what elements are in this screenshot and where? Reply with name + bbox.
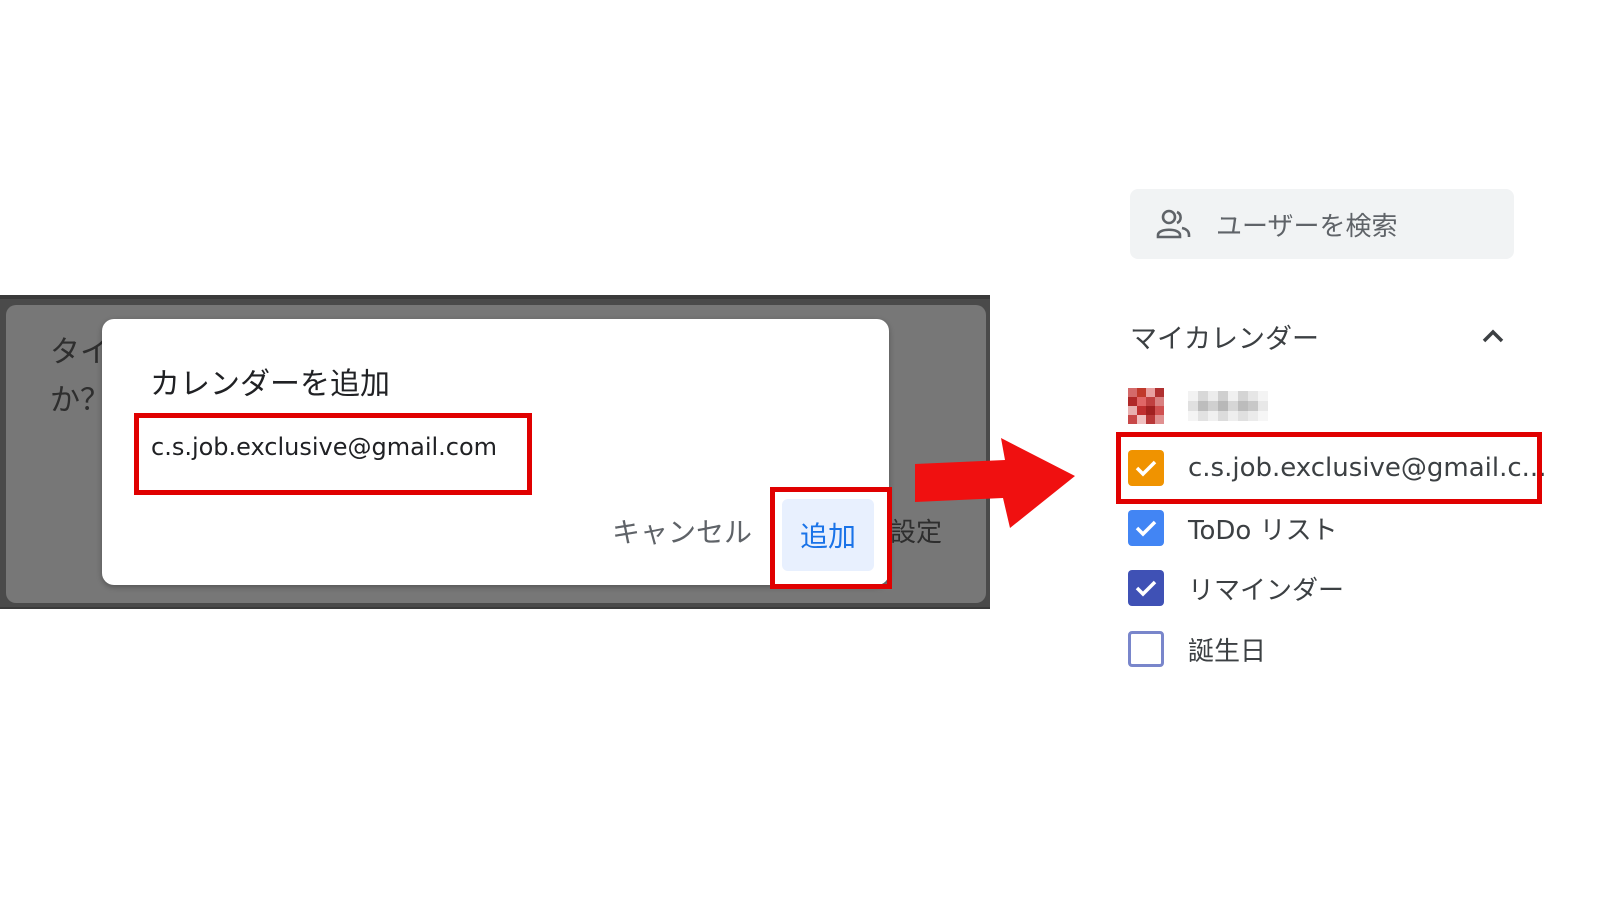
add-calendar-dialog: カレンダーを追加 c.s.job.exclusive@gmail.com キャン… xyxy=(102,319,892,589)
new-calendar-highlight xyxy=(1116,432,1542,504)
search-users-box[interactable]: ユーザーを検索 xyxy=(1130,189,1514,259)
my-calendars-title: マイカレンダー xyxy=(1130,323,1319,355)
calendar-checkbox-birthdays[interactable] xyxy=(1128,631,1164,667)
calendar-item-reminders[interactable]: リマインダー xyxy=(1128,566,1344,610)
pixelated-avatar xyxy=(1128,388,1164,424)
background-text: タイ か？ xyxy=(50,329,110,425)
calendar-email-input[interactable]: c.s.job.exclusive@gmail.com xyxy=(134,413,532,495)
calendar-label-todo: ToDo リスト xyxy=(1188,515,1338,546)
background-text-line-1: タイ xyxy=(50,335,110,370)
cancel-button[interactable]: キャンセル xyxy=(612,511,752,551)
people-icon xyxy=(1156,209,1191,239)
check-icon xyxy=(1135,520,1157,537)
add-button-highlight xyxy=(770,487,892,589)
pixelated-label xyxy=(1188,391,1268,421)
calendar-checkbox-reminders[interactable] xyxy=(1128,570,1164,606)
chevron-up-icon[interactable] xyxy=(1478,321,1508,351)
calendar-item-birthdays[interactable]: 誕生日 xyxy=(1128,627,1266,671)
calendar-label-birthdays: 誕生日 xyxy=(1188,636,1267,667)
calendar-checkbox-todo[interactable] xyxy=(1128,510,1164,546)
right-arrow-icon xyxy=(915,438,1075,528)
my-calendars-header[interactable]: マイカレンダー xyxy=(1130,316,1514,356)
calendar-label-reminders: リマインダー xyxy=(1188,575,1345,606)
dimmed-page-overlay: タイ か？ 設定 カレンダーを追加 c.s.job.exclusive@gmai… xyxy=(0,295,990,609)
calendar-item-obscured[interactable] xyxy=(1128,384,1268,428)
calendar-item-todo[interactable]: ToDo リスト xyxy=(1128,506,1338,550)
background-text-line-2: か？ xyxy=(50,383,110,418)
check-icon xyxy=(1135,580,1157,597)
search-placeholder: ユーザーを検索 xyxy=(1216,211,1398,242)
dialog-title: カレンダーを追加 xyxy=(150,367,390,402)
